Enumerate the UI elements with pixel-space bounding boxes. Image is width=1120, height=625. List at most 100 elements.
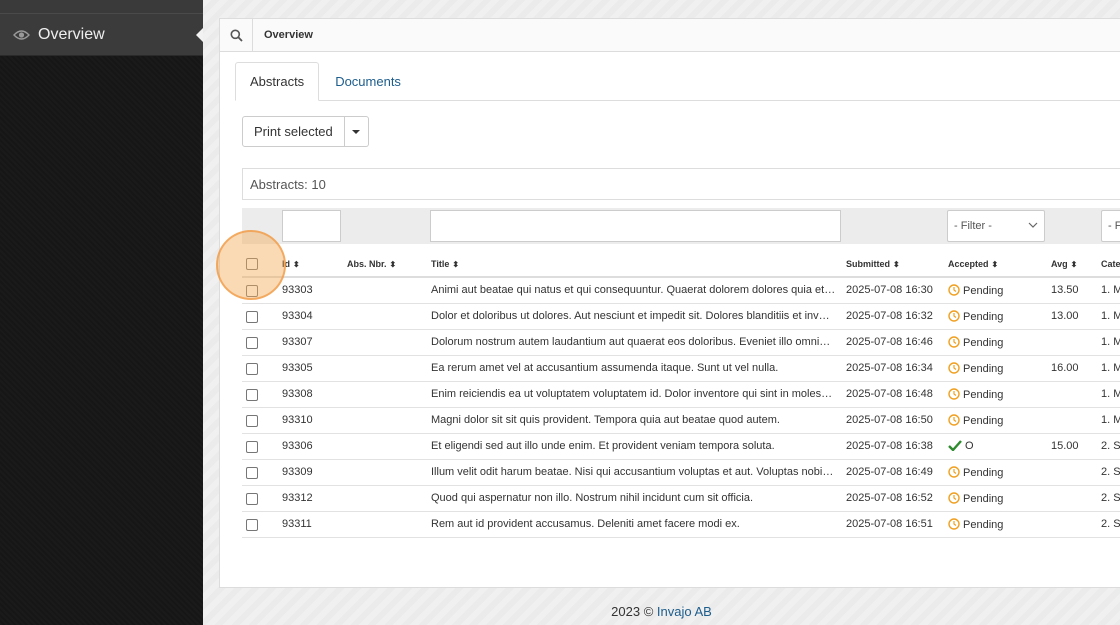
check-icon xyxy=(948,440,962,451)
filter-row: - Filter - - F xyxy=(242,208,1120,244)
row-checkbox[interactable] xyxy=(246,337,258,349)
cell-title: Enim reiciendis ea ut voluptatem volupta… xyxy=(431,388,833,400)
cell-category: 1. M xyxy=(1101,362,1120,374)
column-header-category[interactable]: Cate xyxy=(1101,259,1120,269)
table-header: Id ⬍ Abs. Nbr. ⬍ Title ⬍ Submitted ⬍ Accepte… xyxy=(242,244,1120,278)
tab-abstracts[interactable]: Abstracts xyxy=(235,62,320,101)
cell-avg: 15.00 xyxy=(1051,440,1079,452)
cell-accepted: Pending xyxy=(948,466,1048,479)
cell-accepted: Pending xyxy=(948,492,1048,505)
cell-category: 2. S xyxy=(1101,492,1120,504)
clock-icon xyxy=(948,518,960,530)
table-row[interactable]: 93305 Ea rerum amet vel at accusantium as… xyxy=(242,356,1120,382)
select-all-checkbox[interactable] xyxy=(246,258,258,270)
column-header-title[interactable]: Title ⬍ xyxy=(431,259,459,269)
table-row[interactable]: 93307 Dolorum nostrum autem laudantium au… xyxy=(242,330,1120,356)
row-checkbox[interactable] xyxy=(246,363,258,375)
content-panel: Abstracts Documents Print selected Abstr… xyxy=(219,52,1120,588)
cell-submitted: 2025-07-08 16:50 xyxy=(846,414,933,426)
row-checkbox[interactable] xyxy=(246,519,258,531)
cell-category: 1. M xyxy=(1101,388,1120,400)
cell-accepted: Pending xyxy=(948,362,1048,375)
status-label: Pending xyxy=(963,311,1004,323)
column-header-avg[interactable]: Avg ⬍ xyxy=(1051,259,1077,269)
sidebar-top-strip xyxy=(0,0,203,14)
id-filter-input[interactable] xyxy=(282,210,341,242)
table-row[interactable]: 93309 Illum velit odit harum beatae. Nisi… xyxy=(242,460,1120,486)
table-row[interactable]: 93304 Dolor et doloribus ut dolores. Aut … xyxy=(242,304,1120,330)
cell-id: 93312 xyxy=(282,492,313,504)
cell-title: Et eligendi sed aut illo unde enim. Et p… xyxy=(431,440,775,452)
cell-submitted: 2025-07-08 16:30 xyxy=(846,284,933,296)
status-label: Pending xyxy=(963,519,1004,531)
cell-submitted: 2025-07-08 16:34 xyxy=(846,362,933,374)
print-selected-button[interactable]: Print selected xyxy=(242,116,345,147)
status-label: Pending xyxy=(963,493,1004,505)
category-filter-value: - F xyxy=(1108,220,1120,232)
column-header-abs-nbr[interactable]: Abs. Nbr. ⬍ xyxy=(347,259,396,269)
cell-title: Rem aut id provident accusamus. Deleniti… xyxy=(431,518,740,530)
search-icon[interactable] xyxy=(220,19,253,51)
accepted-filter-value: - Filter - xyxy=(954,220,992,232)
print-options-dropdown-button[interactable] xyxy=(344,116,369,147)
active-caret-indicator xyxy=(196,28,203,42)
cell-id: 93309 xyxy=(282,466,313,478)
title-filter-input[interactable] xyxy=(430,210,841,242)
cell-submitted: 2025-07-08 16:48 xyxy=(846,388,933,400)
footer-company-link[interactable]: Invajo AB xyxy=(657,604,712,619)
clock-icon xyxy=(948,414,960,426)
table-row[interactable]: 93310 Magni dolor sit sit quis provident.… xyxy=(242,408,1120,434)
status-label: Pending xyxy=(963,337,1004,349)
cell-submitted: 2025-07-08 16:46 xyxy=(846,336,933,348)
cell-avg: 13.00 xyxy=(1051,310,1079,322)
row-checkbox[interactable] xyxy=(246,389,258,401)
status-label: Pending xyxy=(963,363,1004,375)
row-checkbox[interactable] xyxy=(246,441,258,453)
cell-avg: 16.00 xyxy=(1051,362,1079,374)
column-header-id[interactable]: Id ⬍ xyxy=(282,259,300,269)
row-checkbox[interactable] xyxy=(246,285,258,297)
status-label: Pending xyxy=(963,389,1004,401)
cell-title: Ea rerum amet vel at accusantium assumen… xyxy=(431,362,779,374)
row-checkbox[interactable] xyxy=(246,467,258,479)
cell-id: 93306 xyxy=(282,440,313,452)
cell-id: 93308 xyxy=(282,388,313,400)
table-body: 93303 Animi aut beatae qui natus et qui c… xyxy=(242,278,1120,538)
category-filter-select[interactable]: - F xyxy=(1101,210,1120,242)
cell-title: Illum velit odit harum beatae. Nisi qui … xyxy=(431,466,834,478)
cell-accepted: Pending xyxy=(948,388,1048,401)
table-row[interactable]: 93311 Rem aut id provident accusamus. Del… xyxy=(242,512,1120,538)
cell-category: 1. M xyxy=(1101,414,1120,426)
sidebar-item-overview[interactable]: Overview xyxy=(0,14,203,56)
accepted-filter-select[interactable]: - Filter - xyxy=(947,210,1045,242)
table-row[interactable]: 93312 Quod qui aspernatur non illo. Nostr… xyxy=(242,486,1120,512)
print-button-group: Print selected xyxy=(242,116,369,147)
table-row[interactable]: 93306 Et eligendi sed aut illo unde enim.… xyxy=(242,434,1120,460)
abstracts-count: Abstracts: 10 xyxy=(242,168,1120,200)
row-checkbox[interactable] xyxy=(246,415,258,427)
column-header-accepted[interactable]: Accepted ⬍ xyxy=(948,259,998,269)
status-label: Pending xyxy=(963,415,1004,427)
abstracts-table: - Filter - - F Id ⬍ Abs. Nbr. ⬍ Title ⬍ Sub… xyxy=(242,208,1120,538)
column-header-submitted[interactable]: Submitted ⬍ xyxy=(846,259,900,269)
main-area: Overview Abstracts Documents Print selec… xyxy=(203,0,1120,625)
cell-title: Dolorum nostrum autem laudantium aut qua… xyxy=(431,336,831,348)
sort-icon: ⬍ xyxy=(1070,260,1078,269)
sort-icon: ⬍ xyxy=(293,260,300,269)
eye-icon xyxy=(13,29,30,41)
cell-accepted: Pending xyxy=(948,336,1048,349)
row-checkbox[interactable] xyxy=(246,311,258,323)
row-checkbox[interactable] xyxy=(246,493,258,505)
sort-icon: ⬍ xyxy=(452,260,460,269)
table-row[interactable]: 93308 Enim reiciendis ea ut voluptatem vo… xyxy=(242,382,1120,408)
sort-icon: ⬍ xyxy=(893,260,900,269)
sort-icon: ⬍ xyxy=(389,260,397,269)
cell-avg: 13.50 xyxy=(1051,284,1079,296)
table-row[interactable]: 93303 Animi aut beatae qui natus et qui c… xyxy=(242,278,1120,304)
tab-documents[interactable]: Documents xyxy=(321,62,415,101)
tab-bar: Abstracts Documents xyxy=(235,62,1120,101)
footer: 2023 © Invajo AB xyxy=(203,604,1120,619)
clock-icon xyxy=(948,336,960,348)
sidebar-item-label: Overview xyxy=(38,25,105,43)
cell-id: 93307 xyxy=(282,336,313,348)
